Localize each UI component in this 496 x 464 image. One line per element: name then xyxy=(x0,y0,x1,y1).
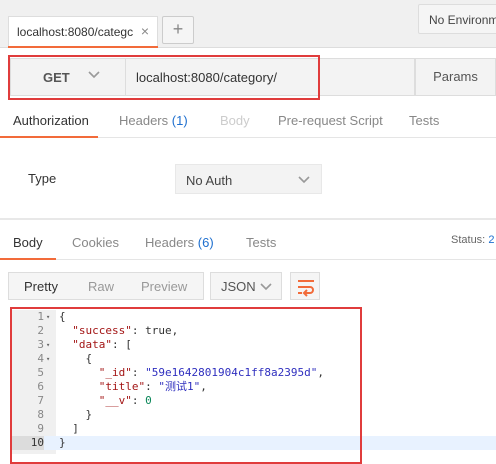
format-value: JSON xyxy=(221,279,256,294)
request-tab[interactable]: localhost:8080/categc × xyxy=(8,16,158,48)
response-tab-tests[interactable]: Tests xyxy=(246,235,276,250)
preview-button[interactable]: Preview xyxy=(141,279,187,294)
response-tab-cookies[interactable]: Cookies xyxy=(72,235,119,250)
request-tabs: Authorization Headers (1) Body Pre-reque… xyxy=(0,104,496,138)
pretty-button[interactable]: Pretty xyxy=(24,279,58,294)
response-tab-headers[interactable]: Headers (6) xyxy=(145,235,214,250)
tab-authorization[interactable]: Authorization xyxy=(13,113,89,128)
active-tab-indicator xyxy=(8,46,158,48)
wrap-lines-icon xyxy=(298,280,314,297)
tab-tests[interactable]: Tests xyxy=(409,113,439,128)
tab-body[interactable]: Body xyxy=(220,113,250,128)
response-tab-headers-count: (6) xyxy=(197,235,214,250)
active-tab-underline xyxy=(0,136,98,138)
add-tab-button[interactable]: + xyxy=(162,16,194,44)
tab-headers[interactable]: Headers (1) xyxy=(119,113,188,128)
wrap-lines-button[interactable] xyxy=(290,272,320,300)
environment-select[interactable]: No Environment xyxy=(418,4,496,34)
chevron-down-icon xyxy=(260,283,272,291)
tab-pre-request-script[interactable]: Pre-request Script xyxy=(278,113,383,128)
status-label: Status: xyxy=(451,234,486,246)
section-divider xyxy=(0,218,496,220)
auth-type-select[interactable]: No Auth xyxy=(175,164,322,194)
active-response-tab-underline xyxy=(0,258,56,260)
status-readout: Status: 2 xyxy=(451,234,494,246)
tab-headers-count: (1) xyxy=(171,113,188,128)
chevron-down-icon xyxy=(298,176,310,184)
tab-headers-label: Headers xyxy=(119,113,169,128)
request-tab-label: localhost:8080/categc xyxy=(17,25,134,39)
format-select[interactable]: JSON xyxy=(210,272,282,300)
raw-button[interactable]: Raw xyxy=(88,279,114,294)
tab-strip: localhost:8080/categc × + No Environment xyxy=(0,0,496,48)
auth-type-value: No Auth xyxy=(186,173,233,188)
params-button[interactable]: Params xyxy=(415,58,496,96)
response-tabs: Body Cookies Headers (6) Tests Status: 2 xyxy=(0,222,496,260)
response-tab-body[interactable]: Body xyxy=(13,235,43,250)
status-value: 2 xyxy=(488,234,495,246)
auth-type-label: Type xyxy=(28,171,57,186)
response-tab-headers-label: Headers xyxy=(145,235,195,250)
close-icon[interactable]: × xyxy=(141,23,149,39)
url-highlight-box xyxy=(8,55,320,100)
view-mode-group: Pretty Raw Preview xyxy=(8,272,204,300)
response-highlight-box xyxy=(10,307,362,464)
